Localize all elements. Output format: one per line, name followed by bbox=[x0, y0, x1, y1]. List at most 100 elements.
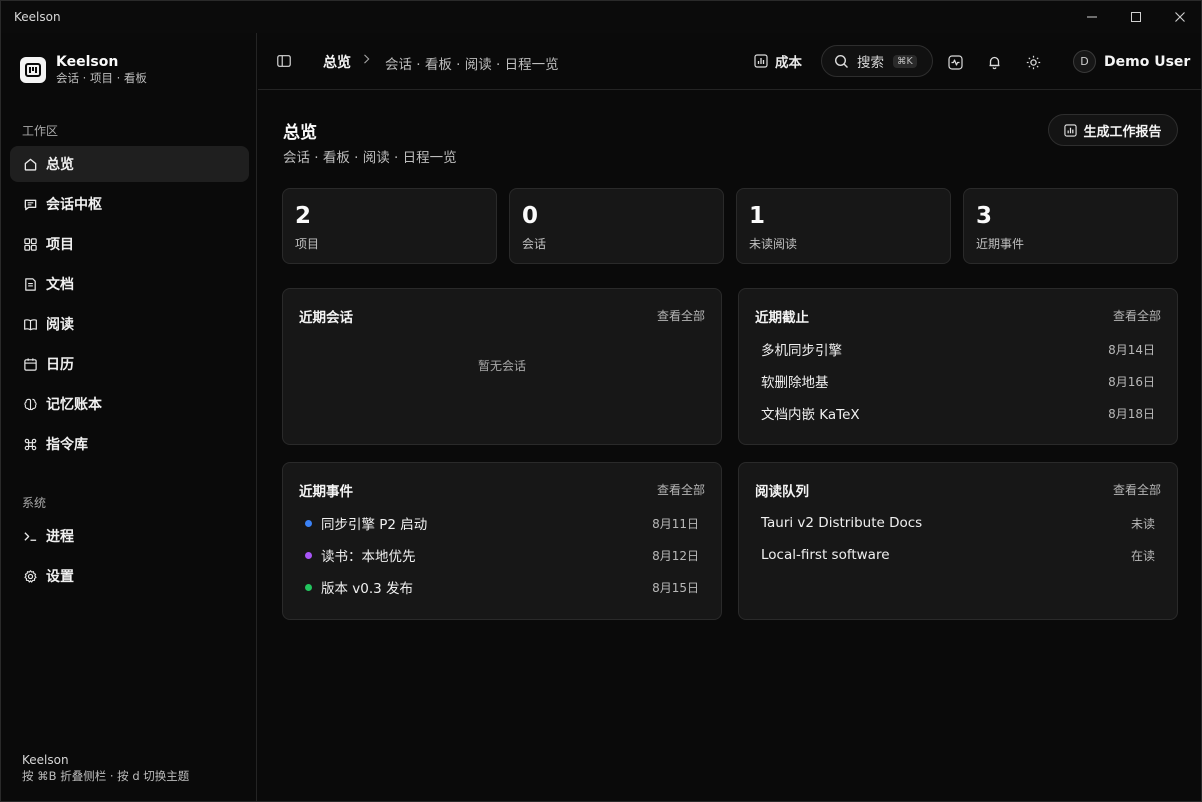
sidebar-item-label: 项目 bbox=[46, 237, 74, 253]
notifications-button[interactable] bbox=[985, 53, 1003, 71]
minimize-button[interactable] bbox=[1070, 5, 1114, 29]
deadline-name: 文档内嵌 KaTeX bbox=[761, 407, 860, 423]
deadline-name: 软删除地基 bbox=[761, 375, 829, 391]
stat-label: 项目 bbox=[295, 237, 320, 251]
view-all-deadlines-link[interactable]: 查看全部 bbox=[1113, 307, 1161, 324]
brand[interactable]: Keelson 会话 · 项目 · 看板 bbox=[20, 54, 147, 86]
sidebar: Keelson 会话 · 项目 · 看板 工作区 总览 会话中枢 项目 文档 阅… bbox=[1, 33, 257, 801]
app-window: Keelson Keelson 会话 · 项目 · 看板 工作区 总览 会话中枢… bbox=[0, 0, 1202, 802]
maximize-button[interactable] bbox=[1114, 5, 1158, 29]
title-bar: Keelson bbox=[1, 1, 1201, 33]
avatar: D bbox=[1073, 50, 1096, 73]
top-bar: 总览 会话 · 看板 · 阅读 · 日程一览 成本 搜索 ⌘K D Demo U… bbox=[258, 33, 1201, 90]
page-subtitle: 会话 · 看板 · 阅读 · 日程一览 bbox=[283, 150, 457, 166]
stat-value: 1 bbox=[749, 203, 766, 229]
bell-icon bbox=[989, 56, 999, 69]
reading-status: 未读 bbox=[1130, 516, 1155, 531]
list-item[interactable]: 读书：本地优先 8月12日 bbox=[305, 545, 699, 565]
bar-chart-icon bbox=[754, 54, 768, 68]
list-item[interactable]: 软删除地基 8月16日 bbox=[761, 371, 1155, 392]
user-name: Demo User bbox=[1104, 53, 1191, 70]
deadline-name: 多机同步引擎 bbox=[761, 343, 842, 359]
event-date: 8月12日 bbox=[652, 548, 699, 563]
stat-label: 未读阅读 bbox=[749, 237, 798, 251]
sidebar-item-commands[interactable]: 指令库 bbox=[10, 426, 249, 462]
breadcrumb-current[interactable]: 总览 bbox=[323, 52, 351, 72]
user-menu[interactable]: D Demo User bbox=[1073, 50, 1190, 73]
list-item[interactable]: 同步引擎 P2 启动 8月11日 bbox=[305, 513, 699, 533]
brain-icon bbox=[22, 396, 38, 412]
list-item[interactable]: Local-first software 在读 bbox=[761, 545, 1155, 565]
page-title: 总览 bbox=[283, 123, 317, 143]
search-button[interactable]: 搜索 ⌘K bbox=[821, 45, 933, 77]
system-section-label: 系统 bbox=[22, 496, 47, 510]
command-icon bbox=[22, 436, 38, 452]
close-icon bbox=[1175, 12, 1185, 22]
event-name: 版本 v0.3 发布 bbox=[321, 581, 414, 597]
event-color-dot bbox=[305, 551, 312, 559]
list-item[interactable]: 多机同步引擎 8月14日 bbox=[761, 339, 1155, 360]
reading-queue-card: 阅读队列 查看全部 Tauri v2 Distribute Docs 未读 Lo… bbox=[738, 462, 1178, 620]
sidebar-item-label: 记忆账本 bbox=[46, 397, 102, 413]
recent-events-card: 近期事件 查看全部 同步引擎 P2 启动 8月11日 读书：本地优先 8月12日… bbox=[282, 462, 722, 620]
sidebar-item-processes[interactable]: 进程 bbox=[10, 518, 249, 554]
search-label: 搜索 bbox=[857, 55, 884, 71]
event-date: 8月15日 bbox=[652, 580, 699, 595]
book-icon bbox=[22, 316, 38, 332]
gear-icon bbox=[22, 568, 38, 584]
cost-label: 成本 bbox=[775, 55, 802, 71]
sidebar-item-docs[interactable]: 文档 bbox=[10, 266, 249, 302]
brand-name: Keelson bbox=[56, 54, 119, 70]
home-icon bbox=[22, 156, 38, 172]
sidebar-item-projects[interactable]: 项目 bbox=[10, 226, 249, 262]
activity-icon bbox=[947, 54, 963, 70]
event-color-dot bbox=[305, 519, 312, 527]
sidebar-item-calendar[interactable]: 日历 bbox=[10, 346, 249, 382]
event-date: 8月11日 bbox=[652, 516, 699, 531]
deadline-date: 8月18日 bbox=[1108, 406, 1155, 421]
workspace-section-label: 工作区 bbox=[22, 124, 59, 138]
generate-report-label: 生成工作报告 bbox=[1083, 124, 1162, 140]
grid-icon bbox=[22, 236, 38, 252]
generate-report-button[interactable]: 生成工作报告 bbox=[1048, 114, 1178, 146]
brand-tagline: 会话 · 项目 · 看板 bbox=[56, 71, 147, 85]
sidebar-item-memory[interactable]: 记忆账本 bbox=[10, 386, 249, 422]
cost-button[interactable]: 成本 bbox=[754, 51, 802, 71]
terminal-icon bbox=[22, 528, 38, 544]
list-item[interactable]: 文档内嵌 KaTeX 8月18日 bbox=[761, 403, 1155, 424]
sidebar-item-label: 设置 bbox=[46, 569, 74, 585]
view-all-reading-link[interactable]: 查看全部 bbox=[1113, 481, 1161, 498]
sidebar-item-reading[interactable]: 阅读 bbox=[10, 306, 249, 342]
card-title: 近期截止 bbox=[755, 310, 809, 326]
card-title: 近期事件 bbox=[299, 484, 353, 500]
upcoming-deadlines-card: 近期截止 查看全部 多机同步引擎 8月14日 软删除地基 8月16日 文档内嵌 … bbox=[738, 288, 1178, 445]
view-all-events-link[interactable]: 查看全部 bbox=[657, 481, 705, 498]
sidebar-item-overview[interactable]: 总览 bbox=[10, 146, 249, 182]
close-button[interactable] bbox=[1158, 5, 1202, 29]
sidebar-item-settings[interactable]: 设置 bbox=[10, 558, 249, 594]
sidebar-footer: Keelson 按 ⌘B 折叠侧栏 · 按 d 切换主题 bbox=[22, 752, 189, 784]
bar-chart-icon bbox=[1064, 123, 1078, 137]
theme-toggle-button[interactable] bbox=[1024, 53, 1042, 71]
list-item[interactable]: 版本 v0.3 发布 8月15日 bbox=[305, 577, 699, 597]
event-name: 同步引擎 P2 启动 bbox=[321, 517, 428, 533]
breadcrumb-subtitle: 会话 · 看板 · 阅读 · 日程一览 bbox=[385, 57, 559, 73]
minimize-icon bbox=[1087, 16, 1097, 18]
stat-card-projects[interactable]: 2 项目 bbox=[282, 188, 497, 264]
sidebar-item-sessions[interactable]: 会话中枢 bbox=[10, 186, 249, 222]
card-title: 阅读队列 bbox=[755, 484, 809, 500]
stat-card-sessions[interactable]: 0 会话 bbox=[509, 188, 724, 264]
calendar-icon bbox=[22, 356, 38, 372]
activity-button[interactable] bbox=[946, 53, 964, 71]
sidebar-toggle-button[interactable] bbox=[276, 53, 294, 71]
stat-value: 0 bbox=[522, 203, 539, 229]
stat-value: 3 bbox=[976, 203, 993, 229]
stat-card-events[interactable]: 3 近期事件 bbox=[963, 188, 1178, 264]
view-all-sessions-link[interactable]: 查看全部 bbox=[657, 307, 705, 324]
sun-icon bbox=[1026, 55, 1040, 69]
stat-card-unread[interactable]: 1 未读阅读 bbox=[736, 188, 951, 264]
sidebar-item-label: 会话中枢 bbox=[46, 197, 102, 213]
brand-logo-icon bbox=[20, 57, 46, 83]
list-item[interactable]: Tauri v2 Distribute Docs 未读 bbox=[761, 513, 1155, 533]
sidebar-item-label: 日历 bbox=[46, 357, 74, 373]
